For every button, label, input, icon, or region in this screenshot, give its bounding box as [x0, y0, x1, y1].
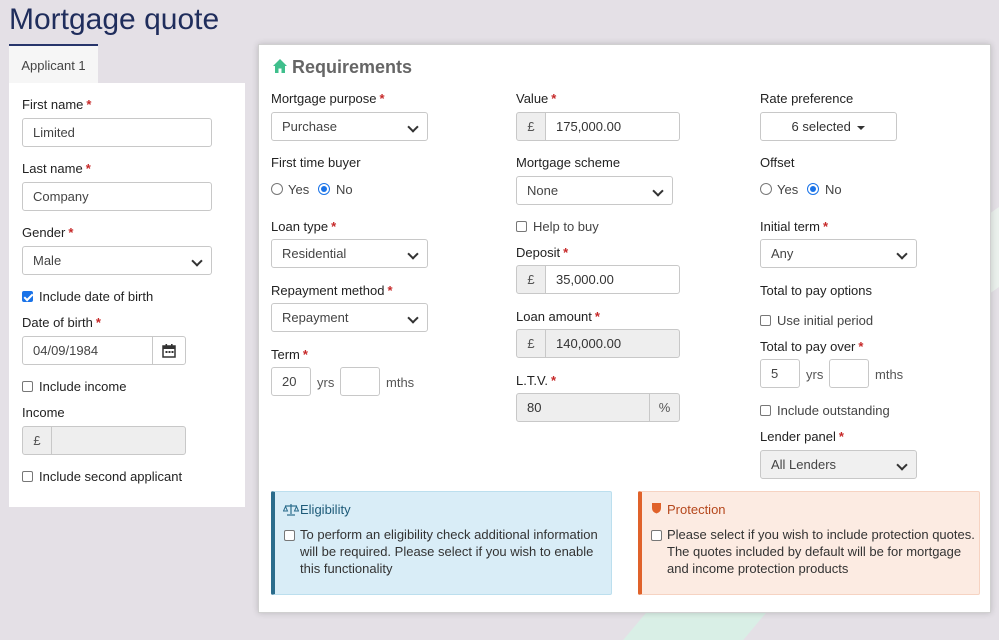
income-label: Income: [22, 405, 65, 420]
offset-no-radio[interactable]: [807, 183, 819, 195]
mortgage-purpose-value: Purchase: [282, 119, 337, 134]
total-to-pay-years-input[interactable]: 5: [760, 359, 800, 388]
protection-box: Protection Please select if you wish to …: [638, 491, 980, 595]
dob-input[interactable]: 04/09/1984: [22, 336, 153, 365]
help-to-buy-label: Help to buy: [533, 219, 599, 234]
first-time-buyer-yes-label: Yes: [288, 182, 310, 197]
include-dob-checkbox[interactable]: [22, 291, 33, 302]
mortgage-scheme-select[interactable]: None: [516, 176, 673, 205]
first-time-buyer-no-radio[interactable]: [318, 183, 330, 195]
offset-yes-radio[interactable]: [760, 183, 772, 195]
shield-icon: [652, 503, 661, 514]
rate-preference-dropdown[interactable]: 6 selected: [760, 112, 897, 141]
ltv-input: 80: [516, 393, 650, 422]
deposit-label: Deposit *: [516, 245, 569, 260]
loan-type-label: Loan type *: [271, 219, 337, 234]
last-name-input[interactable]: Company: [22, 182, 212, 211]
include-income-label: Include income: [39, 379, 127, 394]
initial-term-value: Any: [771, 246, 794, 261]
ltv-unit: %: [649, 393, 680, 422]
repayment-method-value: Repayment: [282, 310, 349, 325]
calendar-icon: [162, 344, 176, 358]
income-currency: £: [22, 426, 52, 455]
eligibility-checkbox[interactable]: [284, 530, 295, 541]
deposit-currency: £: [516, 265, 546, 294]
term-months-input[interactable]: [340, 367, 380, 396]
loan-type-select[interactable]: Residential: [271, 239, 428, 268]
dob-label: Date of birth *: [22, 315, 101, 330]
protection-text: Please select if you wish to include pro…: [667, 527, 975, 576]
initial-term-label: Initial term *: [760, 219, 829, 234]
income-input[interactable]: [51, 426, 186, 455]
value-label: Value *: [516, 91, 557, 106]
lender-panel-label: Lender panel *: [760, 429, 844, 444]
first-time-buyer-label: First time buyer: [271, 155, 361, 170]
total-to-pay-options-label: Total to pay options: [760, 283, 873, 298]
include-second-applicant-checkbox[interactable]: [22, 471, 33, 482]
total-to-pay-years-unit: yrs: [806, 367, 824, 382]
mortgage-purpose-select[interactable]: Purchase: [271, 112, 428, 141]
loan-type-value: Residential: [282, 246, 347, 261]
initial-term-select[interactable]: Any: [760, 239, 917, 268]
total-to-pay-over-label: Total to pay over *: [760, 339, 864, 354]
rate-preference-value: 6 selected: [791, 119, 851, 134]
total-to-pay-months-unit: mths: [875, 367, 904, 382]
offset-label: Offset: [760, 155, 795, 170]
repayment-method-label: Repayment method *: [271, 283, 393, 298]
last-name-label: Last name *: [22, 161, 91, 176]
offset-yes-label: Yes: [777, 182, 799, 197]
include-dob-label: Include date of birth: [39, 289, 154, 304]
offset-no-label: No: [825, 182, 842, 197]
value-input[interactable]: 175,000.00: [545, 112, 680, 141]
first-name-input[interactable]: Limited: [22, 118, 212, 147]
home-icon: [273, 59, 287, 73]
page-title: Mortgage quote: [9, 3, 220, 36]
lender-panel-value: All Lenders: [771, 457, 837, 472]
first-name-label: First name *: [22, 97, 92, 112]
ltv-label: L.T.V. *: [516, 373, 557, 388]
value-currency: £: [516, 112, 546, 141]
caret-down-icon: [857, 125, 866, 130]
include-income-checkbox[interactable]: [22, 381, 33, 392]
protection-checkbox[interactable]: [651, 530, 662, 541]
calendar-button[interactable]: [152, 336, 186, 365]
help-to-buy-checkbox[interactable]: [516, 221, 527, 232]
include-outstanding-label: Include outstanding: [777, 403, 890, 418]
repayment-method-select[interactable]: Repayment: [271, 303, 428, 332]
gender-value: Male: [33, 253, 62, 268]
gender-select[interactable]: Male: [22, 246, 212, 275]
scales-icon: [283, 504, 299, 516]
mortgage-scheme-label: Mortgage scheme: [516, 155, 621, 170]
first-time-buyer-yes-radio[interactable]: [271, 183, 283, 195]
use-initial-period-checkbox[interactable]: [760, 315, 771, 326]
term-years-unit: yrs: [317, 375, 335, 390]
rate-preference-label: Rate preference: [760, 91, 854, 106]
total-to-pay-months-input[interactable]: [829, 359, 869, 388]
include-outstanding-checkbox[interactable]: [760, 405, 771, 416]
term-years-input[interactable]: 20: [271, 367, 311, 396]
loan-amount-input: 140,000.00: [545, 329, 680, 358]
requirements-title: Requirements: [292, 57, 413, 77]
eligibility-box: Eligibility To perform an eligibility ch…: [271, 491, 612, 595]
requirements-panel: Requirements Mortgage purpose * Purchase …: [258, 44, 991, 613]
loan-amount-currency: £: [516, 329, 546, 358]
mortgage-scheme-value: None: [527, 183, 559, 198]
mortgage-purpose-label: Mortgage purpose *: [271, 91, 385, 106]
use-initial-period-label: Use initial period: [777, 313, 874, 328]
term-months-unit: mths: [386, 375, 415, 390]
eligibility-title: Eligibility: [300, 502, 351, 517]
protection-title: Protection: [667, 502, 726, 517]
gender-label: Gender *: [22, 225, 74, 240]
eligibility-text: To perform an eligibility check addition…: [300, 527, 598, 576]
lender-panel-select[interactable]: All Lenders: [760, 450, 917, 479]
tab-applicant-1[interactable]: Applicant 1: [9, 44, 98, 83]
term-label: Term *: [271, 347, 308, 362]
first-time-buyer-no-label: No: [336, 182, 353, 197]
loan-amount-label: Loan amount *: [516, 309, 600, 324]
include-second-applicant-label: Include second applicant: [39, 469, 183, 484]
applicant-panel: First name * Limited Last name * Company G…: [9, 83, 245, 507]
deposit-input[interactable]: 35,000.00: [545, 265, 680, 294]
